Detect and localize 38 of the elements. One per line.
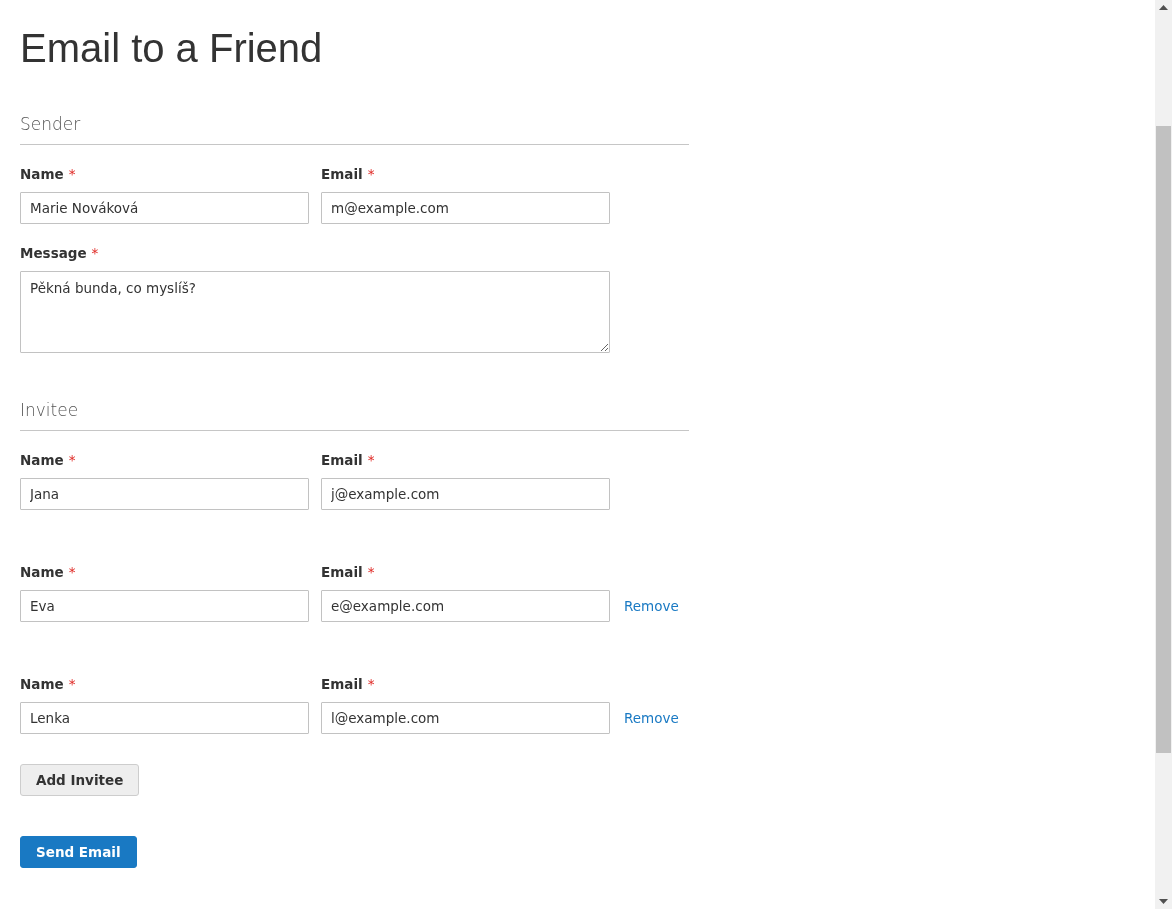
text-input[interactable]: e@example.com — [321, 590, 610, 622]
field-label: Email — [321, 675, 363, 694]
required-mark: * — [68, 451, 76, 470]
required-mark: * — [367, 165, 375, 184]
field-label: Email — [321, 563, 363, 582]
required-mark: * — [68, 165, 76, 184]
required-mark: * — [68, 563, 76, 582]
required-mark: * — [367, 675, 375, 694]
text-input[interactable]: j@example.com — [321, 478, 610, 510]
scroll-down-icon[interactable] — [1159, 899, 1168, 904]
required-mark: * — [367, 451, 375, 470]
required-mark: * — [91, 244, 99, 263]
field-label: Name — [20, 675, 64, 694]
text-input[interactable]: m@example.com — [321, 192, 610, 224]
text-input[interactable]: Eva — [20, 590, 309, 622]
field-label: Name — [20, 563, 64, 582]
text-input[interactable]: Jana — [20, 478, 309, 510]
remove-link[interactable]: Remove — [624, 590, 679, 622]
section-heading: Sender — [20, 114, 81, 134]
scroll-up-icon[interactable] — [1159, 5, 1168, 10]
add-invitee-button[interactable]: Add Invitee — [20, 764, 140, 796]
remove-link[interactable]: Remove — [624, 702, 679, 734]
scrollbar[interactable] — [1155, 0, 1172, 909]
field-label: Email — [321, 451, 363, 470]
required-mark: * — [367, 563, 375, 582]
required-mark: * — [68, 675, 76, 694]
field-label: Name — [20, 451, 64, 470]
text-input[interactable]: Marie Nováková — [20, 192, 309, 224]
scrollbar-thumb[interactable] — [1156, 126, 1171, 753]
text-input[interactable]: Lenka — [20, 702, 309, 734]
text-input[interactable]: l@example.com — [321, 702, 610, 734]
field-label: Message — [20, 244, 87, 263]
field-label: Name — [20, 165, 64, 184]
message-input[interactable]: Pěkná bunda, co myslíš? — [20, 271, 610, 353]
section-heading: Invitee — [20, 400, 79, 420]
page-title: Email to a Friend — [20, 25, 323, 72]
field-label: Email — [321, 165, 363, 184]
send-email-button[interactable]: Send Email — [20, 836, 137, 868]
